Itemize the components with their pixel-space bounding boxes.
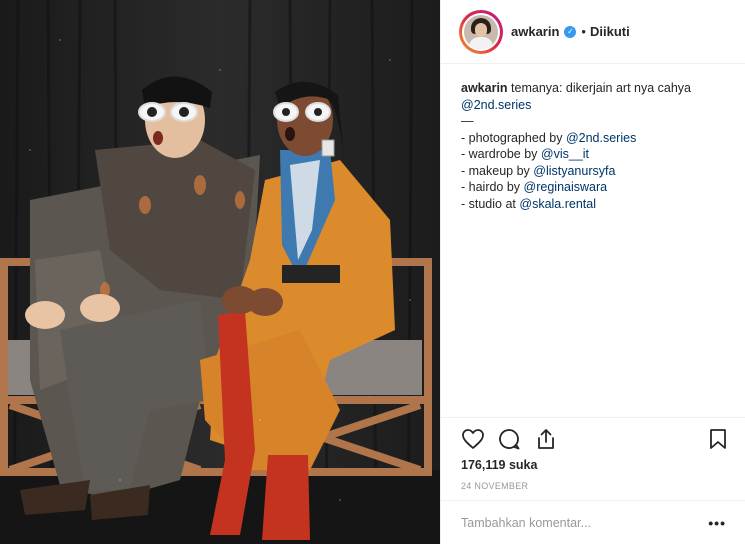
caption-mention-link[interactable]: @2nd.series: [461, 98, 531, 112]
comment-icon[interactable]: [497, 427, 521, 451]
avatar[interactable]: [459, 9, 503, 54]
avatar-image: [464, 14, 498, 49]
post-actions: [441, 417, 745, 457]
caption-mention-link[interactable]: @listyanursyfa: [533, 164, 615, 178]
follow-status-button[interactable]: Diikuti: [590, 24, 630, 39]
caption-text: - hairdo by: [461, 180, 524, 194]
caption-text: - studio at: [461, 196, 520, 211]
caption-line: - makeup by @listyanursyfa: [461, 163, 731, 180]
caption-line: @2nd.series: [461, 97, 731, 114]
caption-mention-link[interactable]: @skala.rental: [519, 197, 596, 211]
comment-bar: •••: [441, 500, 745, 544]
post-caption: awkarin temanya: dikerjain art nya cahya…: [461, 80, 731, 212]
share-icon[interactable]: [534, 427, 558, 451]
post-date[interactable]: 24 NOVEMBER: [461, 481, 528, 491]
post-image: [0, 0, 440, 544]
heart-icon[interactable]: [461, 427, 485, 451]
post-panel: awkarin ✓ • Diikuti awkarin temanya: dik…: [440, 0, 745, 544]
caption-mention-link[interactable]: @vis__it: [541, 147, 589, 161]
caption-line: - hairdo by @reginaiswara: [461, 179, 731, 196]
more-options-icon[interactable]: •••: [708, 516, 726, 530]
username-link[interactable]: awkarin: [511, 24, 559, 39]
post-photo[interactable]: [0, 0, 440, 544]
caption-text: - makeup by: [461, 163, 534, 178]
caption-text: temanya: dikerjain art nya cahya: [507, 81, 691, 95]
caption-line: - wardrobe by @vis__it: [461, 146, 731, 163]
caption-text: - wardrobe by: [461, 147, 541, 161]
like-count[interactable]: 176,119 suka: [461, 458, 537, 472]
caption-line: - studio at @skala.rental: [461, 196, 731, 213]
caption-username-link[interactable]: awkarin: [461, 81, 508, 95]
bookmark-icon[interactable]: [706, 427, 730, 451]
caption-text: - photographed by: [461, 130, 566, 145]
caption-line: awkarin temanya: dikerjain art nya cahya: [461, 80, 731, 97]
caption-line: —: [461, 113, 731, 130]
caption-text: —: [461, 114, 474, 128]
caption-mention-link[interactable]: @reginaiswara: [524, 180, 608, 194]
caption-line: - photographed by @2nd.series: [461, 130, 731, 147]
post-header: awkarin ✓ • Diikuti: [441, 0, 745, 64]
separator-dot: •: [581, 24, 586, 39]
comment-input[interactable]: [461, 515, 691, 530]
caption-mention-link[interactable]: @2nd.series: [566, 131, 636, 145]
verified-badge-icon: ✓: [564, 25, 577, 38]
